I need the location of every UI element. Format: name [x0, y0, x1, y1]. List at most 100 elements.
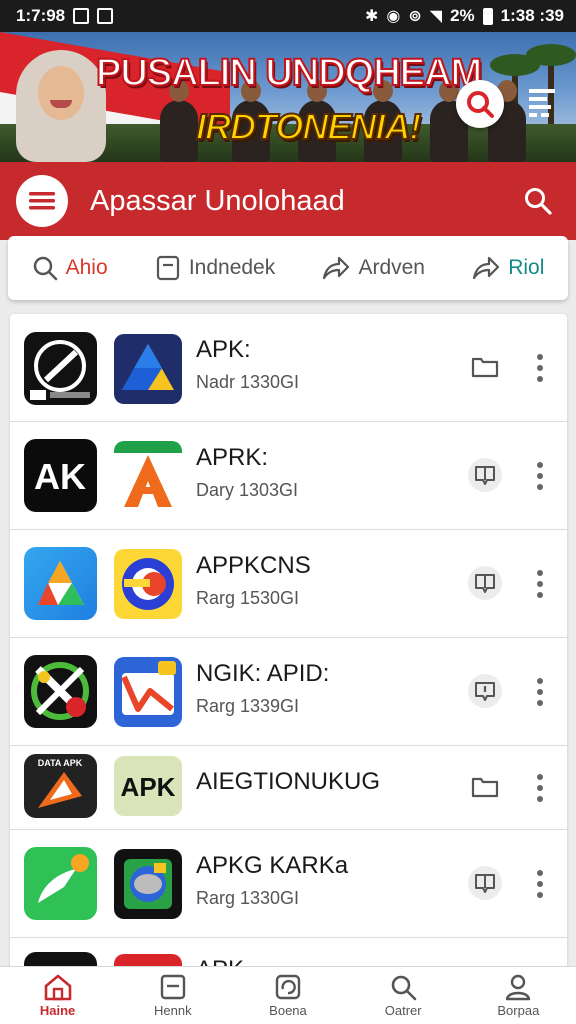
- banner-title-line2: IRDTONENIA!: [195, 105, 422, 148]
- read-button[interactable]: [468, 458, 502, 492]
- tab-3[interactable]: Riol: [472, 255, 544, 281]
- info-icon: [475, 682, 495, 701]
- app-subtitle: Dary 1303GI: [196, 480, 299, 500]
- tab-0[interactable]: Ahio: [32, 255, 108, 281]
- more-vert-icon: [537, 774, 543, 802]
- svg-text:DATA APK: DATA APK: [38, 758, 83, 768]
- nav-label: Oatrer: [384, 1003, 422, 1018]
- app-title: APRK:: [196, 444, 269, 471]
- app-thumbnail: [24, 847, 97, 920]
- more-vert-icon: [537, 354, 543, 382]
- app-subtitle: Rarg 1339GI: [196, 696, 300, 716]
- tab-2[interactable]: Ardven: [322, 255, 425, 281]
- promo-banner: PUSALIN UNDQHEAM IRDTONENIA!: [0, 32, 576, 162]
- more-vert-icon: [537, 570, 543, 598]
- refresh-icon: [275, 974, 301, 1000]
- filter-list-icon: [529, 89, 555, 117]
- search-icon: [33, 256, 57, 281]
- app-logo: [114, 549, 182, 619]
- app-title: Apassar Unolohaad: [90, 184, 345, 217]
- vibrate-icon: ◉: [386, 8, 401, 25]
- more-options-button[interactable]: [530, 348, 550, 388]
- banner-filter-button[interactable]: [522, 82, 562, 122]
- app-info: APKG KARKa Rarg 1330GI: [196, 852, 348, 909]
- info-button[interactable]: [468, 674, 502, 708]
- app-subtitle: Rarg 1530GI: [196, 588, 300, 608]
- hamburger-icon: [29, 192, 55, 210]
- book-icon: [475, 574, 495, 593]
- crowd-person: [160, 80, 198, 162]
- app-title: AIEGTIONUKUG: [196, 768, 381, 795]
- nav-home[interactable]: Haine: [8, 973, 108, 1018]
- folder-button[interactable]: [468, 770, 502, 804]
- book-icon: [475, 466, 495, 485]
- wifi-icon: ◥: [429, 8, 443, 25]
- app-title: APKG KARKa: [196, 852, 349, 879]
- more-options-button[interactable]: [530, 768, 550, 808]
- app-subtitle: Rarg 1330GI: [196, 888, 300, 908]
- app-thumbnail: DATA APK: [24, 754, 97, 818]
- bookmark-share-icon: [473, 256, 500, 280]
- list-item[interactable]: APK: Nadr 1330GI: [10, 314, 567, 422]
- status-clock: 1:38 :39: [500, 6, 564, 25]
- more-options-button[interactable]: [530, 564, 550, 604]
- tab-label: Indnedek: [188, 256, 276, 279]
- more-options-button[interactable]: [530, 456, 550, 496]
- app-bar-search-button[interactable]: [516, 179, 560, 223]
- search-icon: [391, 975, 417, 1001]
- bottom-navigation: Haine Hennk Boena Oatrer Borpaa: [0, 966, 576, 1024]
- share-icon: [323, 256, 350, 280]
- more-vert-icon: [537, 462, 543, 490]
- nav-refresh[interactable]: Boena: [238, 973, 338, 1018]
- list-icon: [160, 974, 185, 1000]
- status-time: 1:7:98: [16, 6, 66, 25]
- app-thumbnail: [24, 655, 97, 728]
- app-thumbnail: [24, 332, 97, 405]
- folder-button[interactable]: [468, 350, 502, 384]
- status-right: ✱ ◉ ⊚ ◥ 2% 1:38 :39: [365, 6, 564, 26]
- read-button[interactable]: [468, 566, 502, 600]
- nav-search[interactable]: Oatrer: [353, 973, 453, 1018]
- more-options-button[interactable]: [530, 672, 550, 712]
- list-item[interactable]: APKG KARKa Rarg 1330GI: [10, 830, 567, 938]
- list-item[interactable]: DATA APK APK AIEGTIONUKUG: [10, 746, 567, 830]
- app-logo: [114, 849, 182, 919]
- folder-icon: [471, 357, 499, 378]
- screen: 1:7:98 ✱ ◉ ⊚ ◥ 2% 1:38 :39 PUSALIN UNDQH…: [0, 0, 576, 1024]
- tab-1[interactable]: Indnedek: [155, 255, 275, 281]
- nav-label: Boena: [269, 1003, 307, 1018]
- menu-button[interactable]: [16, 175, 68, 227]
- search-icon: [525, 188, 552, 215]
- book-icon: [475, 874, 495, 893]
- profile-icon: [506, 974, 531, 1001]
- more-options-button[interactable]: [530, 864, 550, 904]
- banner-search-button[interactable]: [456, 80, 504, 128]
- list-item[interactable]: APPKCNS Rarg 1530GI: [10, 530, 567, 638]
- app-subtitle: Nadr 1330GI: [196, 372, 300, 392]
- status-bar: 1:7:98 ✱ ◉ ⊚ ◥ 2% 1:38 :39: [0, 0, 576, 32]
- app-title: NGIK: APID:: [196, 660, 330, 687]
- search-icon: [467, 91, 494, 118]
- more-vert-icon: [537, 678, 543, 706]
- tab-label: Ahio: [65, 256, 108, 279]
- app-logo: [114, 657, 182, 727]
- bluetooth-icon: ✱: [365, 8, 379, 25]
- app-info: NGIK: APID: Rarg 1339GI: [196, 660, 329, 717]
- nav-list[interactable]: Hennk: [123, 973, 223, 1018]
- nav-label: Haine: [39, 1003, 76, 1018]
- more-vert-icon: [537, 870, 543, 898]
- folder-icon: [471, 777, 499, 798]
- list-item[interactable]: NGIK: APID: Rarg 1339GI: [10, 638, 567, 746]
- read-button[interactable]: [468, 866, 502, 900]
- svg-text:APK: APK: [121, 772, 176, 802]
- app-info: APK: Nadr 1330GI: [196, 336, 299, 393]
- app-thumbnail: [24, 547, 97, 620]
- battery-icon: [482, 7, 493, 25]
- banner-title-line1: PUSALIN UNDQHEAM: [95, 51, 483, 95]
- nav-label: Borpaa: [497, 1003, 540, 1018]
- notification-icon: [73, 8, 90, 24]
- nav-label: Hennk: [153, 1003, 192, 1018]
- tab-label: Ardven: [358, 256, 425, 279]
- list-item[interactable]: AK APRK: Dary 1303GI: [10, 422, 567, 530]
- nav-profile[interactable]: Borpaa: [468, 973, 568, 1018]
